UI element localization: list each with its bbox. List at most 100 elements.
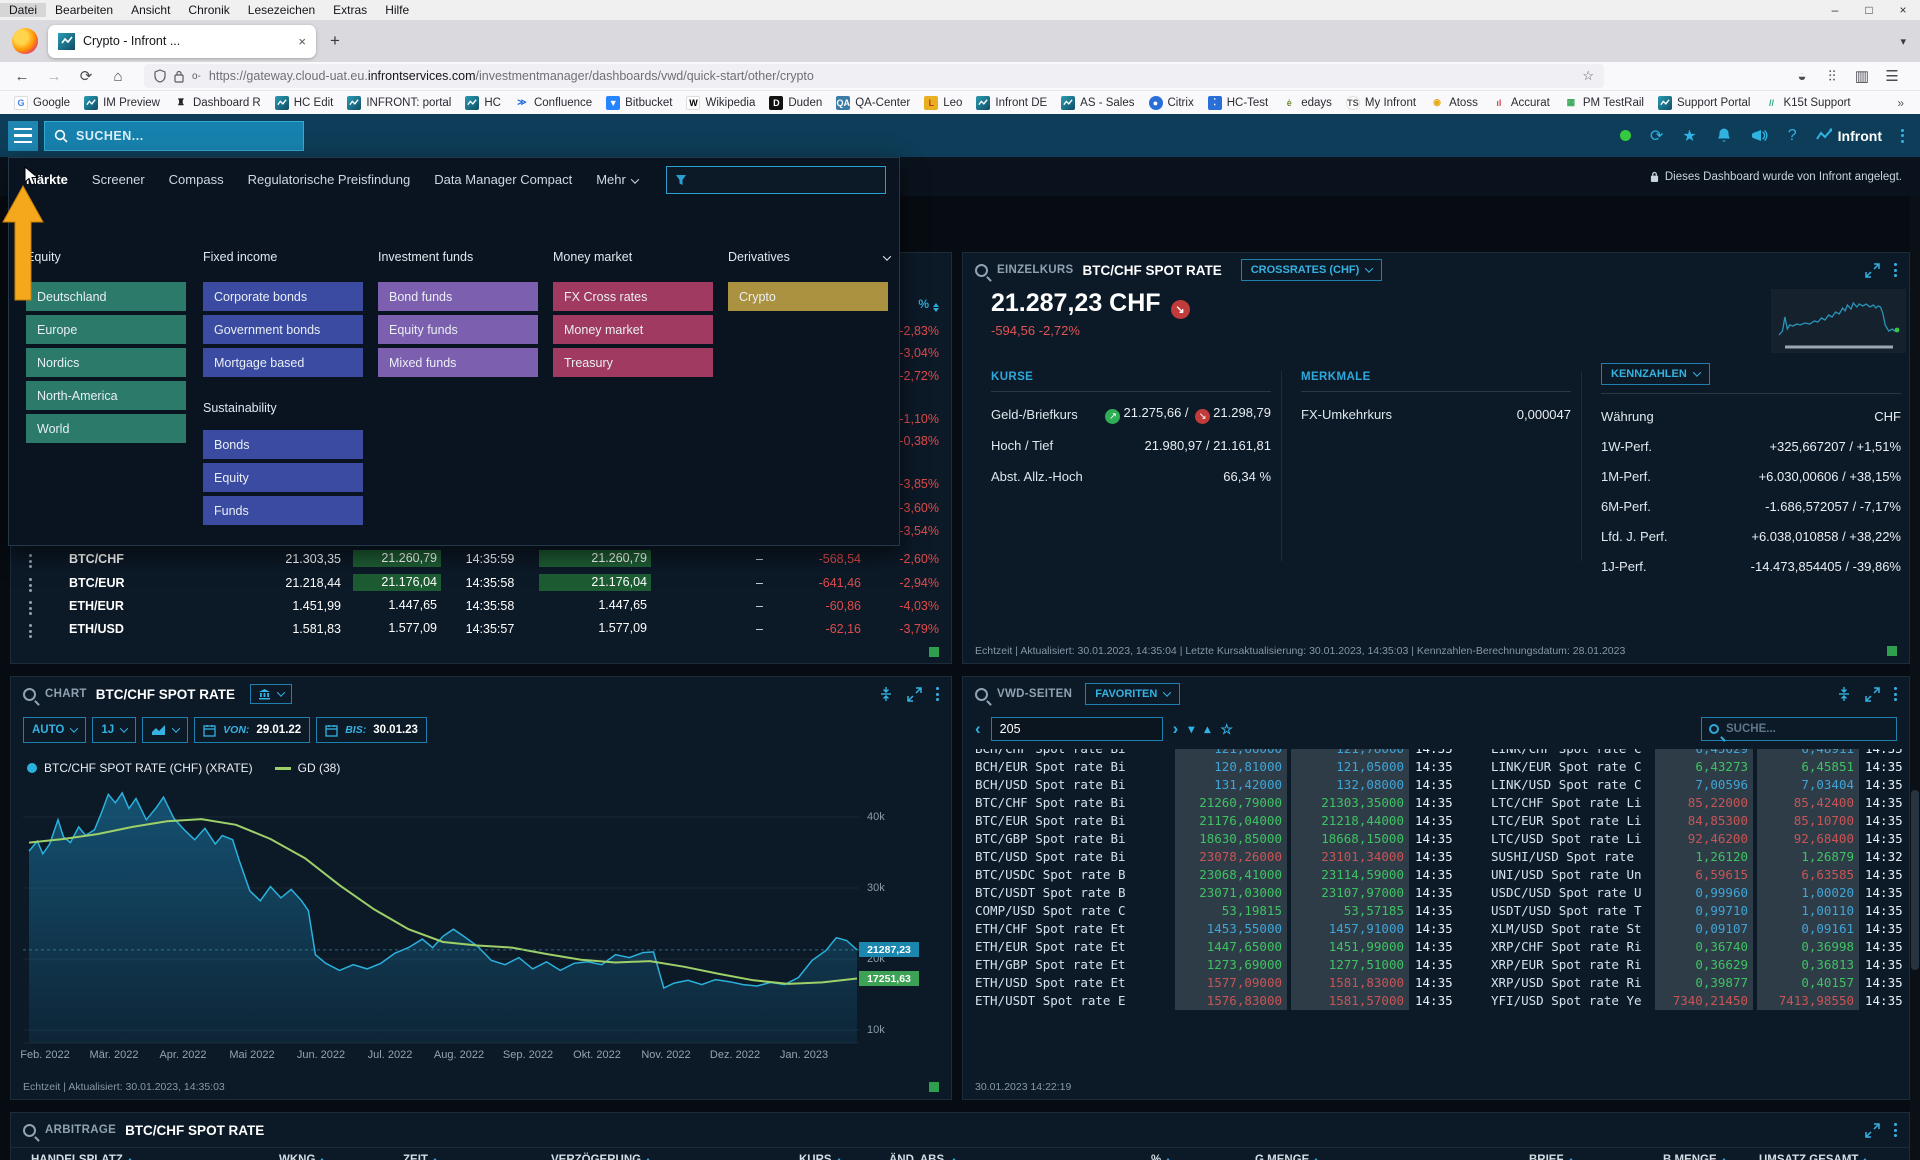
bell-icon[interactable] xyxy=(1716,127,1732,144)
page-next-icon[interactable]: › xyxy=(1173,719,1179,739)
column-header-zeit[interactable]: ZEIT xyxy=(403,1154,438,1160)
column-header-%[interactable]: % xyxy=(1151,1154,1171,1160)
menu-item-sustainability-equity[interactable]: Equity xyxy=(203,463,363,492)
bookmark-duden[interactable]: DDuden xyxy=(763,95,828,111)
row-kebab-icon[interactable] xyxy=(29,601,32,615)
vwd-row-bch-usd[interactable]: BCH/USD Spot rate Bi131,42000132,0800014… xyxy=(975,776,1469,794)
more-bookmarks-icon[interactable]: » xyxy=(1897,96,1912,110)
bookmark-my-infront[interactable]: TSMy Infront xyxy=(1340,95,1422,111)
menu-item-fx-cross-rates[interactable]: FX Cross rates xyxy=(553,282,713,311)
bookmark-infront-portal[interactable]: INFRONT: portal xyxy=(341,95,457,111)
bookmark-hc-test[interactable]: ⁚HC-Test xyxy=(1202,95,1275,111)
vwd-table-left[interactable]: BCH/CHF Spot rate Bi121,66000121,7800014… xyxy=(975,749,1469,1031)
toolbar-kebab-icon[interactable] xyxy=(1901,129,1904,143)
pocket-icon[interactable]: ◒ xyxy=(1788,68,1816,85)
menu-item-equity-funds[interactable]: Equity funds xyxy=(378,315,538,344)
vwd-table-right[interactable]: LINK/CHF Spot rate C6,456296,4891114:35L… xyxy=(1491,749,1903,1031)
column-header-handelsplatz[interactable]: HANDELSPLATZ xyxy=(31,1154,133,1160)
vwd-row-xrp-chf[interactable]: XRP/CHF Spot rate Ri0,367400,3699814:35 xyxy=(1491,938,1903,956)
column-header-umsatz-gesamt[interactable]: UMSATZ GESAMT xyxy=(1759,1154,1868,1160)
vwd-row-eth-usdt[interactable]: ETH/USDT Spot rate E1576,830001581,57000… xyxy=(975,992,1469,1010)
panel-kebab-icon[interactable] xyxy=(1894,263,1897,277)
vwd-row-ltc-eur[interactable]: LTC/EUR Spot rate Li84,8530085,1070014:3… xyxy=(1491,812,1903,830)
menubar-item-ansicht[interactable]: Ansicht xyxy=(122,3,179,17)
bookmark-qa-center[interactable]: QAQA-Center xyxy=(830,95,916,111)
column-header--nd-abs-[interactable]: ÄND. ABS. xyxy=(889,1154,957,1160)
favorites-selector[interactable]: FAVORITEN xyxy=(1085,683,1180,705)
new-tab-button[interactable]: + xyxy=(316,31,354,51)
column-header-brief[interactable]: BRIEF xyxy=(1529,1154,1574,1160)
vwd-row-comp-usd[interactable]: COMP/USD Spot rate C53,1981553,5718514:3… xyxy=(975,902,1469,920)
menu-tab-screener[interactable]: Screener xyxy=(92,172,145,187)
vwd-row-eth-chf[interactable]: ETH/CHF Spot rate Et1453,550001457,91000… xyxy=(975,920,1469,938)
vwd-row-eth-eur[interactable]: ETH/EUR Spot rate Et1447,650001451,99000… xyxy=(975,938,1469,956)
bookmark-k15t-support[interactable]: //K15t Support xyxy=(1758,95,1856,111)
vwd-row-yfi-usd[interactable]: YFI/USD Spot rate Ye7340,214507413,98550… xyxy=(1491,992,1903,1010)
vwd-row-xlm-usd[interactable]: XLM/USD Spot rate St0,091070,0916114:35 xyxy=(1491,920,1903,938)
vwd-row-link-eur[interactable]: LINK/EUR Spot rate C6,432736,4585114:35 xyxy=(1491,758,1903,776)
menu-item-europe[interactable]: Europe xyxy=(26,315,186,344)
vwd-row-usdt-usd[interactable]: USDT/USD Spot rate T0,997101,0011014:35 xyxy=(1491,902,1903,920)
expand-icon[interactable] xyxy=(1865,263,1880,278)
bookmark-hc-edit[interactable]: HC Edit xyxy=(269,95,340,111)
hamburger-menu-button[interactable] xyxy=(8,121,38,151)
menu-item-north-america[interactable]: North-America xyxy=(26,381,186,410)
url-bar[interactable]: o‑ https://gateway.cloud-uat.eu.infronts… xyxy=(144,64,1604,88)
bookmark-as-sales[interactable]: AS - Sales xyxy=(1055,95,1140,111)
panel-kebab-icon[interactable] xyxy=(1894,1123,1897,1137)
forward-icon[interactable]: → xyxy=(40,68,68,85)
help-icon[interactable]: ? xyxy=(1788,127,1797,145)
row-kebab-icon[interactable] xyxy=(29,624,32,638)
bookmark-infront-de[interactable]: Infront DE xyxy=(970,95,1053,111)
menubar-item-extras[interactable]: Extras xyxy=(324,3,376,17)
menu-item-nordics[interactable]: Nordics xyxy=(26,348,186,377)
app-search-input[interactable]: SUCHEN... xyxy=(44,121,304,151)
sync-icon[interactable]: ⟳ xyxy=(1650,126,1663,146)
app-menu-icon[interactable]: ☰ xyxy=(1878,67,1906,85)
vwd-row-btc-chf[interactable]: BTC/CHF Spot rate Bi21260,7900021303,350… xyxy=(975,794,1469,812)
favorite-page-star-icon[interactable]: ☆ xyxy=(1220,721,1233,738)
column-header-b-menge[interactable]: B.MENGE xyxy=(1663,1154,1727,1160)
vwd-row-bch-eur[interactable]: BCH/EUR Spot rate Bi120,81000121,0500014… xyxy=(975,758,1469,776)
menubar-item-datei[interactable]: Datei xyxy=(0,3,46,17)
table-row-btc-chf[interactable]: BTC/CHF21.303,3521.260,7914:35:5921.260,… xyxy=(11,549,951,572)
menu-tab-mehr[interactable]: Mehr xyxy=(596,172,638,187)
lock-icon[interactable] xyxy=(174,70,184,83)
permissions-icon[interactable]: o‑ xyxy=(192,71,201,82)
panel-kebab-icon[interactable] xyxy=(1894,687,1897,701)
menubar-item-lesezeichen[interactable]: Lesezeichen xyxy=(239,3,324,17)
bookmark-wikipedia[interactable]: WWikipedia xyxy=(680,95,761,111)
bookmark-confluence[interactable]: ≫Confluence xyxy=(509,95,598,111)
bookmark-leo[interactable]: LLeo xyxy=(918,95,968,111)
row-kebab-icon[interactable] xyxy=(29,578,32,592)
vwd-row-btc-eur[interactable]: BTC/EUR Spot rate Bi21176,0400021218,440… xyxy=(975,812,1469,830)
instrument-search-icon[interactable] xyxy=(975,264,988,277)
bookmark-star-icon[interactable]: ☆ xyxy=(1582,68,1594,84)
fit-height-icon[interactable] xyxy=(1837,686,1851,702)
menubar-item-hilfe[interactable]: Hilfe xyxy=(376,3,418,17)
bookmark-bitbucket[interactable]: ▼Bitbucket xyxy=(600,95,678,111)
close-window-button[interactable]: × xyxy=(1886,3,1920,17)
menubar-item-bearbeiten[interactable]: Bearbeiten xyxy=(46,3,122,17)
menu-item-mixed-funds[interactable]: Mixed funds xyxy=(378,348,538,377)
menu-tab-compass[interactable]: Compass xyxy=(169,172,224,187)
minimize-button[interactable]: – xyxy=(1818,3,1852,17)
expand-icon[interactable] xyxy=(1865,1123,1880,1138)
bookmark-atoss[interactable]: ◉Atoss xyxy=(1424,95,1484,111)
menu-filter-input[interactable] xyxy=(666,166,886,194)
bookmark-support-portal[interactable]: Support Portal xyxy=(1652,95,1757,111)
home-icon[interactable]: ⌂ xyxy=(104,68,132,85)
menu-tab-data-manager-compact[interactable]: Data Manager Compact xyxy=(434,172,572,187)
bookmark-hc[interactable]: HC xyxy=(459,95,507,111)
menu-item-government-bonds[interactable]: Government bonds xyxy=(203,315,363,344)
vwd-row-ltc-usd[interactable]: LTC/USD Spot rate Li92,4620092,6840014:3… xyxy=(1491,830,1903,848)
menu-item-money-market[interactable]: Money market xyxy=(553,315,713,344)
vwd-search-input[interactable]: SUCHE... xyxy=(1701,717,1897,741)
column-header-kurs[interactable]: KURS xyxy=(799,1154,842,1160)
list-tabs-icon[interactable]: ▾ xyxy=(1900,35,1906,48)
vwd-row-btc-usdt[interactable]: BTC/USDT Spot rate B23071,0300023107,970… xyxy=(975,884,1469,902)
favorites-star-icon[interactable]: ★ xyxy=(1682,126,1696,146)
page-down-icon[interactable]: ▾ xyxy=(1188,722,1194,736)
menu-item-mortgage-based[interactable]: Mortgage based xyxy=(203,348,363,377)
bookmark-accurat[interactable]: ılAccurat xyxy=(1486,95,1556,111)
